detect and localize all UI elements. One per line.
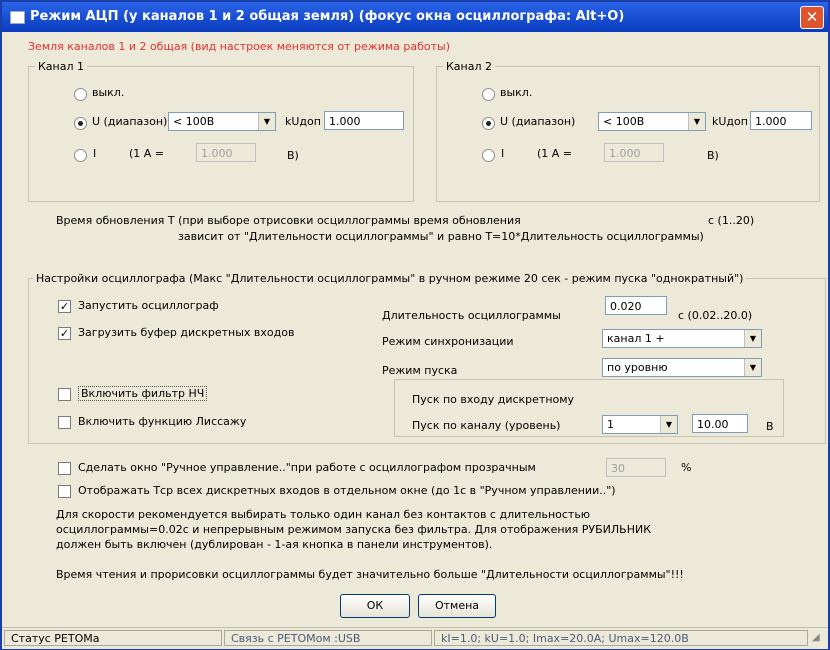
trigger-level-input[interactable]: 10.00 [692, 414, 748, 433]
trigger-discrete-label: Пуск по входу дискретному [412, 393, 575, 406]
duration-input[interactable]: 0.020 [605, 296, 667, 315]
channel1-i-eq-label: (1 А = [129, 147, 165, 160]
channel1-u-range-select[interactable]: < 100В ▼ [168, 112, 276, 131]
window-icon [10, 11, 25, 24]
channel2-u-range-select[interactable]: < 100В ▼ [598, 112, 706, 131]
trigger-mode-select[interactable]: по уровню ▼ [602, 358, 762, 377]
channel1-i-radio[interactable] [74, 149, 87, 162]
channel1-k-input[interactable]: 1.000 [324, 111, 404, 130]
trigger-channel-select[interactable]: 1 ▼ [602, 415, 678, 434]
channel2-u-radio[interactable] [482, 117, 495, 130]
recommendation-line2: осциллограммы=0.02с и непрерывным режимо… [56, 523, 652, 536]
channel1-group: Канал 1 [28, 60, 414, 202]
window-title: Режим АЦП (у каналов 1 и 2 общая земля) … [30, 9, 625, 24]
channel2-group: Канал 2 [436, 60, 820, 202]
tcp-label: Отображать Тср всех дискретных входов в … [78, 484, 616, 497]
transparent-label: Сделать окно "Ручное управление.."при ра… [78, 461, 536, 474]
ok-button[interactable]: ОК [340, 594, 410, 618]
osc-settings-legend: Настройки осциллографа (Макс "Длительнос… [36, 272, 744, 285]
channel2-i-label: I [501, 147, 505, 160]
transparent-unit: % [681, 461, 692, 474]
transparent-checkbox[interactable] [58, 462, 71, 475]
channel2-k-label: kUдоп [712, 115, 748, 128]
update-time-label: Время обновления Т (при выборе отрисовки… [56, 214, 521, 227]
lpf-checkbox[interactable] [58, 388, 71, 401]
load-buffer-checkbox[interactable]: ✓ [58, 327, 71, 340]
channel2-legend: Канал 2 [446, 60, 493, 73]
cancel-button[interactable]: Отмена [418, 594, 496, 618]
channel1-i-unit: В) [287, 149, 299, 162]
close-button[interactable]: ✕ [800, 6, 824, 29]
resize-grip-icon[interactable]: ◢ [812, 632, 826, 646]
lissajous-label: Включить функцию Лиссажу [78, 415, 247, 428]
transparent-input[interactable]: 30 [606, 458, 666, 477]
channel2-off-label: выкл. [500, 86, 533, 99]
chevron-down-icon[interactable]: ▼ [744, 330, 761, 347]
chevron-down-icon[interactable]: ▼ [688, 113, 705, 130]
load-buffer-label: Загрузить буфер дискретных входов [78, 326, 295, 339]
channel1-u-label: U (диапазон) [92, 115, 168, 128]
channel1-u-range-value: < 100В [173, 115, 215, 128]
lpf-label: Включить фильтр НЧ [78, 386, 208, 401]
channel2-i-input[interactable]: 1.000 [604, 143, 664, 162]
sync-label: Режим синхронизации [382, 335, 514, 348]
start-osc-checkbox[interactable]: ✓ [58, 300, 71, 313]
trigger-channel-value: 1 [607, 418, 614, 431]
recommendation-line3: должен быть включен (дублирован - 1-ая к… [56, 538, 493, 551]
trigger-level-unit: В [766, 420, 774, 433]
tcp-checkbox[interactable] [58, 485, 71, 498]
sync-value: канал 1 + [607, 332, 665, 345]
channel2-u-label: U (диапазон) [500, 115, 576, 128]
chevron-down-icon[interactable]: ▼ [744, 359, 761, 376]
update-time-note: зависит от "Длительности осциллограммы" … [178, 230, 704, 243]
channel1-off-label: выкл. [92, 86, 125, 99]
channel2-i-unit: В) [707, 149, 719, 162]
duration-label: Длительность осциллограммы [382, 309, 561, 322]
lissajous-checkbox[interactable] [58, 416, 71, 429]
trigger-channel-label: Пуск по каналу (уровень) [412, 419, 561, 432]
channel1-off-radio[interactable] [74, 88, 87, 101]
warning-text: Время чтения и прорисовки осциллограммы … [56, 568, 684, 581]
channel1-u-radio[interactable] [74, 117, 87, 130]
channel1-k-label: kUдоп [285, 115, 321, 128]
channel2-u-range-value: < 100В [603, 115, 645, 128]
status-panel-params: kI=1.0; kU=1.0; Imax=20.0А; Umax=120.0В [434, 630, 808, 646]
start-osc-label: Запустить осциллограф [78, 299, 219, 312]
channel1-legend: Канал 1 [38, 60, 85, 73]
title-bar[interactable]: Режим АЦП (у каналов 1 и 2 общая земля) … [2, 2, 828, 32]
update-time-range: с (1..20) [708, 214, 755, 227]
channel2-i-radio[interactable] [482, 149, 495, 162]
trigger-mode-label: Режим пуска [382, 364, 458, 377]
status-bar: Статус РЕТОМа Связь с РЕТОМом :USB kI=1.… [2, 627, 828, 649]
channel2-i-eq-label: (1 А = [537, 147, 573, 160]
header-note: Земля каналов 1 и 2 общая (вид настроек … [28, 40, 451, 53]
channel1-i-label: I [93, 147, 97, 160]
status-panel-state: Статус РЕТОМа [4, 630, 222, 646]
recommendation-line1: Для скорости рекомендуется выбирать толь… [56, 508, 591, 521]
duration-unit: с (0.02..20.0) [678, 309, 753, 322]
chevron-down-icon[interactable]: ▼ [258, 113, 275, 130]
channel2-k-input[interactable]: 1.000 [750, 111, 812, 130]
sync-select[interactable]: канал 1 + ▼ [602, 329, 762, 348]
channel1-i-input[interactable]: 1.000 [196, 143, 256, 162]
status-panel-connection: Связь с РЕТОМом :USB [224, 630, 432, 646]
dialog-window: Режим АЦП (у каналов 1 и 2 общая земля) … [0, 0, 830, 650]
channel2-off-radio[interactable] [482, 88, 495, 101]
chevron-down-icon[interactable]: ▼ [660, 416, 677, 433]
trigger-mode-value: по уровню [607, 361, 668, 374]
